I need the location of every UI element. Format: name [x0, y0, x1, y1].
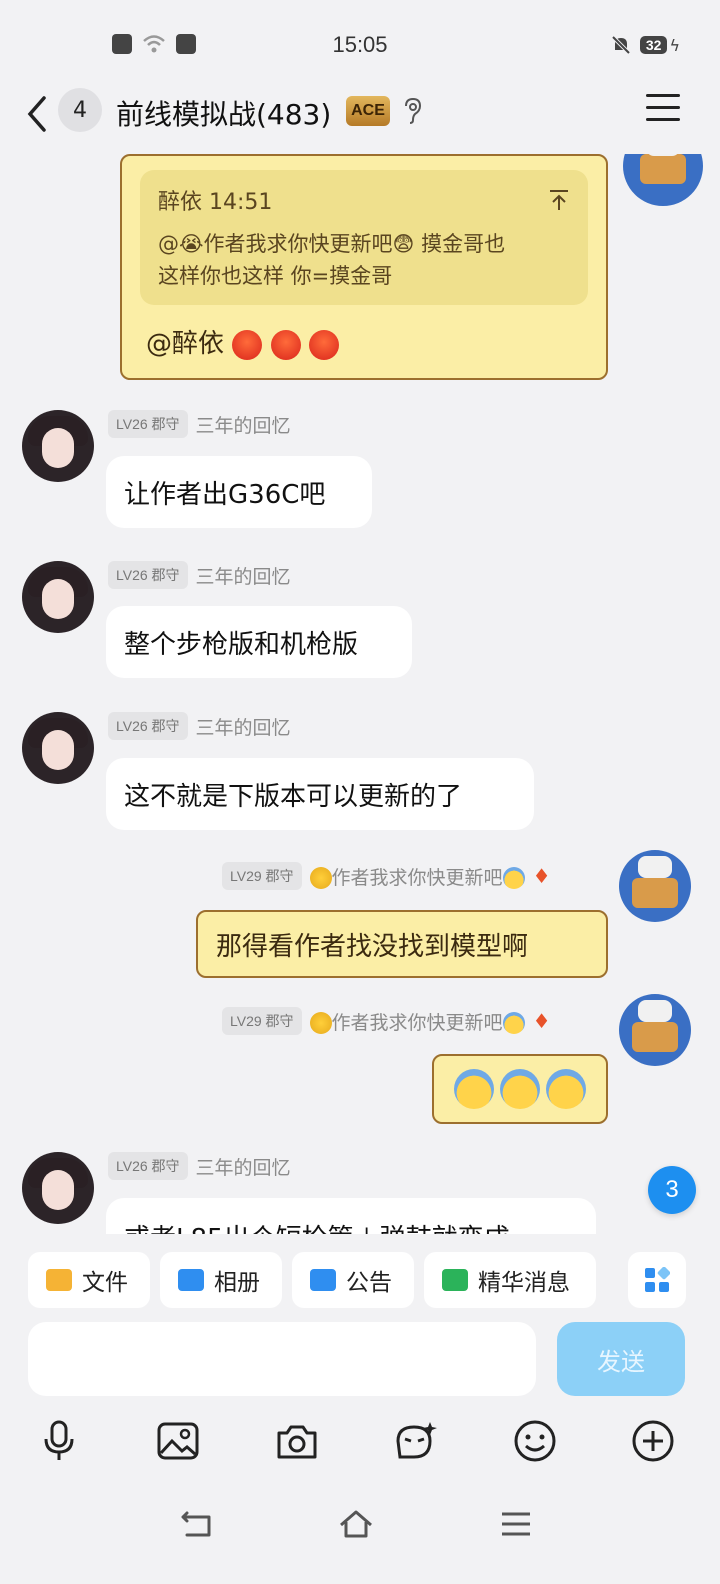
level-tag: LV26 郡守 [108, 561, 188, 589]
crying-emoji [309, 867, 332, 889]
send-button[interactable]: 发送 [557, 1322, 685, 1396]
avatar[interactable] [22, 1152, 94, 1224]
level-tag: LV29 郡守 [222, 1007, 302, 1035]
quick-toolbar: 文件 相册 公告 精华消息 [0, 1238, 720, 1320]
message-input[interactable] [28, 1322, 536, 1396]
sender-info: LV26 郡守 三年的回忆 [108, 712, 291, 740]
menu-icon[interactable] [646, 94, 680, 124]
sender-info: LV26 郡守 三年的回忆 [108, 561, 291, 589]
quoted-message[interactable]: 醉依 14:51 @😭作者我求你快更新吧😨 摸金哥也 这样你也这样 你=摸金哥 [140, 170, 588, 305]
avatar[interactable] [22, 712, 94, 784]
sender-name[interactable]: 三年的回忆 [196, 562, 291, 589]
fear-emoji [546, 1069, 586, 1109]
files-button[interactable]: 文件 [28, 1252, 150, 1308]
sender-name[interactable]: 三年的回忆 [196, 411, 291, 438]
back-arrow-icon[interactable] [22, 92, 52, 136]
input-actions [0, 1408, 720, 1472]
image-icon[interactable] [155, 1418, 201, 1464]
message-bubble[interactable]: 整个步枪版和机枪版 [106, 606, 412, 678]
emoji-icon[interactable] [512, 1418, 558, 1464]
angry-emoji [270, 329, 301, 360]
unread-count-badge[interactable]: 4 [58, 88, 102, 132]
group-level-badge: ACE [346, 96, 390, 126]
avatar[interactable] [22, 410, 94, 482]
microphone-icon[interactable] [36, 1418, 82, 1464]
sender-info: LV29 郡守 作者我求你快更新吧 ♦ [222, 1007, 551, 1035]
more-apps-button[interactable] [628, 1252, 686, 1308]
jump-to-top-icon[interactable] [548, 188, 570, 212]
announcement-icon [310, 1269, 336, 1291]
essence-icon [442, 1269, 468, 1291]
battery-indicator: 32 ϟ [639, 35, 680, 55]
quote-author: 醉依 14:51 [158, 190, 273, 215]
fear-emoji [502, 1012, 525, 1034]
essence-messages-button[interactable]: 精华消息 [424, 1252, 596, 1308]
quote-text: @😭作者我求你快更新吧😨 摸金哥也 这样你也这样 你=摸金哥 [158, 232, 506, 288]
message-bubble[interactable] [432, 1054, 608, 1124]
level-tag: LV26 郡守 [108, 410, 188, 438]
sticker-icon[interactable] [392, 1418, 438, 1464]
status-bar: 15:05 32 ϟ [0, 0, 720, 90]
angry-emoji [232, 329, 263, 360]
apps-grid-icon [645, 1267, 670, 1292]
clock: 15:05 [332, 32, 388, 57]
sender-name[interactable]: 三年的回忆 [196, 713, 291, 740]
message-bubble[interactable]: 或者L85出个短枪管＋弹鼓就变成 [106, 1198, 596, 1234]
message-bubble[interactable]: 那得看作者找没找到模型啊 [196, 910, 608, 978]
album-button[interactable]: 相册 [160, 1252, 282, 1308]
avatar[interactable] [614, 986, 696, 1070]
new-message-badge[interactable]: 3 [648, 1166, 696, 1214]
avatar[interactable] [622, 154, 704, 208]
announcement-button[interactable]: 公告 [292, 1252, 414, 1308]
camera-icon[interactable] [274, 1418, 320, 1464]
sender-name[interactable]: 作者我求你快更新吧 [309, 863, 525, 890]
album-icon [178, 1269, 204, 1291]
sender-info: LV29 郡守 作者我求你快更新吧 ♦ [222, 862, 551, 890]
sender-info: LV26 郡守 三年的回忆 [108, 1152, 291, 1180]
vr-icon [176, 34, 196, 54]
recents-nav-icon[interactable] [498, 1506, 534, 1542]
flame-icon: ♦ [532, 864, 551, 888]
charging-icon: ϟ [669, 35, 680, 55]
system-nav-bar [0, 1496, 720, 1556]
fear-emoji [454, 1069, 494, 1109]
plus-icon[interactable] [630, 1418, 676, 1464]
level-tag: LV26 郡守 [108, 712, 188, 740]
avatar[interactable] [22, 561, 94, 633]
crying-emoji [309, 1012, 332, 1034]
level-tag: LV26 郡守 [108, 1152, 188, 1180]
sender-name[interactable]: 作者我求你快更新吧 [309, 1008, 525, 1035]
wifi-icon [143, 35, 165, 53]
sender-name[interactable]: 三年的回忆 [196, 1153, 291, 1180]
home-nav-icon[interactable] [338, 1506, 374, 1542]
fear-emoji [500, 1069, 540, 1109]
chat-messages[interactable]: @醉依 LV26 郡守 三年的回忆 让作者出G36C吧 LV26 郡守 三年的回… [0, 154, 720, 1234]
mute-bell-icon [611, 35, 631, 55]
back-nav-icon[interactable] [180, 1506, 216, 1542]
fear-emoji [502, 867, 525, 889]
folder-icon [46, 1269, 72, 1291]
message-bubble[interactable]: 让作者出G36C吧 [106, 456, 372, 528]
flame-icon: ♦ [532, 1009, 551, 1033]
message-bubble[interactable]: 这不就是下版本可以更新的了 [106, 758, 534, 830]
sender-info: LV26 郡守 三年的回忆 [108, 410, 291, 438]
ear-icon[interactable] [400, 96, 424, 126]
angry-emoji [308, 329, 339, 360]
avatar[interactable] [614, 842, 696, 926]
page-title[interactable]: 前线模拟战(483) [116, 93, 331, 133]
sim-off-icon [112, 34, 132, 54]
level-tag: LV29 郡守 [222, 862, 302, 890]
